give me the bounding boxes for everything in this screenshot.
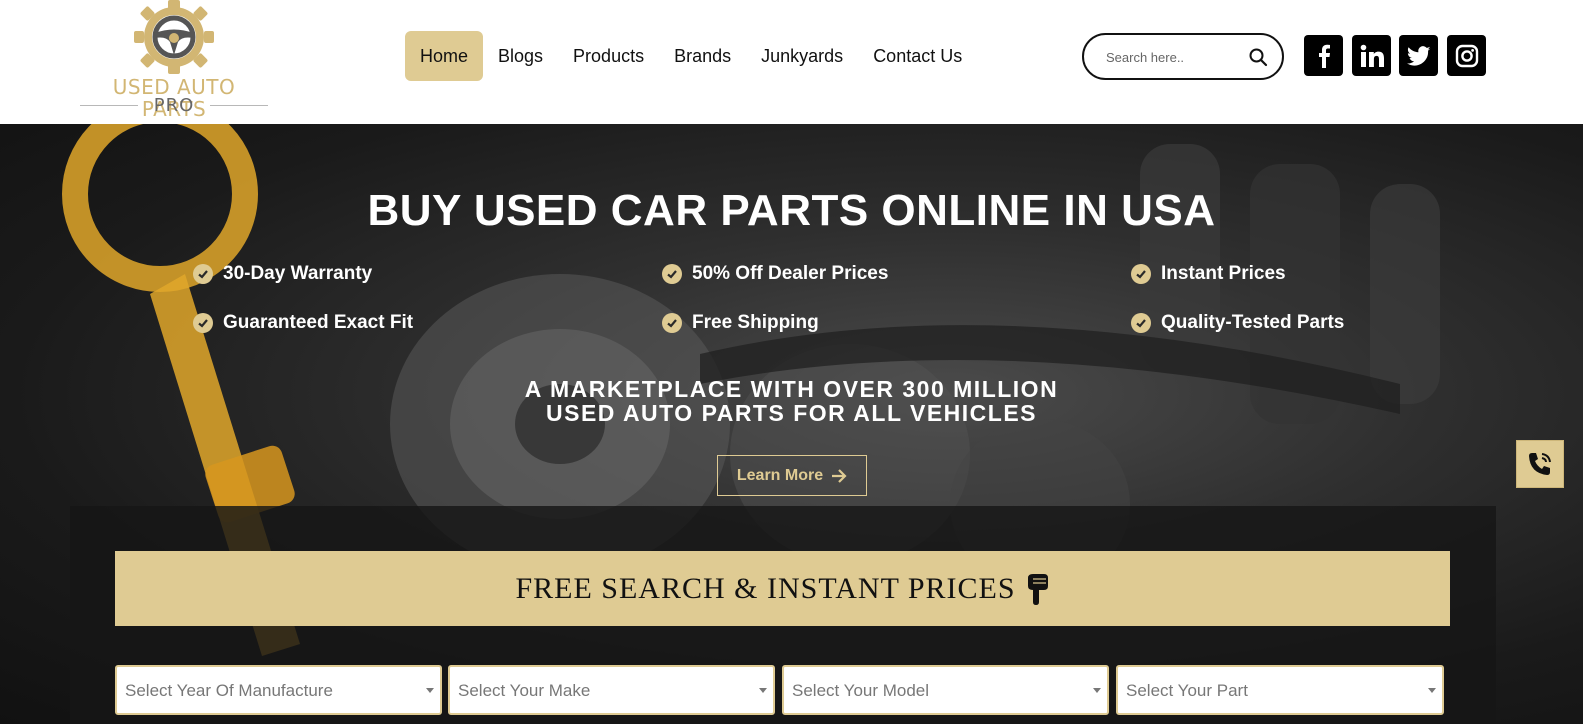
chevron-down-icon — [759, 688, 767, 693]
part-select-value: Select Your Part — [1126, 681, 1248, 700]
twitter-icon — [1406, 45, 1430, 66]
nav-contact-us[interactable]: Contact Us — [858, 31, 977, 81]
nav-junkyards[interactable]: Junkyards — [746, 31, 858, 81]
facebook-button[interactable] — [1304, 35, 1343, 76]
site-logo[interactable]: USED AUTO PARTS PRO — [78, 0, 270, 120]
make-select[interactable]: Select Your Make — [448, 665, 775, 715]
finder-banner: FREE SEARCH & INSTANT PRICES — [115, 551, 1450, 626]
twitter-button[interactable] — [1399, 35, 1438, 76]
phone-icon — [1529, 453, 1551, 475]
check-circle-icon — [193, 264, 213, 284]
feature-label: Guaranteed Exact Fit — [223, 312, 414, 333]
chevron-down-icon — [426, 688, 434, 693]
linkedin-button[interactable] — [1352, 35, 1391, 76]
feature-item: Free Shipping — [662, 310, 819, 336]
hero-title: BUY USED CAR PARTS ONLINE IN USA — [367, 186, 1216, 235]
check-circle-icon — [662, 264, 682, 284]
arrow-right-icon — [832, 468, 847, 483]
nav-home[interactable]: Home — [405, 31, 484, 81]
search-input[interactable] — [1106, 46, 1246, 68]
feature-item: 50% Off Dealer Prices — [662, 261, 888, 287]
check-circle-icon — [662, 313, 682, 333]
site-header: USED AUTO PARTS PRO Home Blogs Products … — [0, 0, 1583, 124]
pointing-down-hand-icon — [1027, 573, 1048, 605]
make-select-value: Select Your Make — [458, 681, 591, 700]
main-nav: Home Blogs Products Brands Junkyards Con… — [405, 31, 977, 81]
model-select-value: Select Your Model — [792, 681, 930, 700]
feature-item: Instant Prices — [1131, 261, 1286, 287]
instagram-button[interactable] — [1447, 35, 1486, 76]
hero-subtitle: A MARKETPLACE WITH OVER 300 MILLION USED… — [0, 377, 1583, 425]
feature-item: 30-Day Warranty — [193, 261, 372, 287]
check-circle-icon — [1131, 264, 1151, 284]
part-select[interactable]: Select Your Part — [1116, 665, 1444, 715]
linkedin-icon — [1360, 44, 1384, 67]
call-button[interactable] — [1516, 440, 1564, 488]
chevron-down-icon — [1093, 688, 1101, 693]
learn-more-label: Learn More — [736, 466, 824, 484]
search-box — [1082, 33, 1284, 80]
feature-item: Quality-Tested Parts — [1131, 310, 1344, 336]
feature-item: Guaranteed Exact Fit — [193, 310, 413, 336]
feature-label: Quality-Tested Parts — [1161, 312, 1345, 333]
feature-label: Instant Prices — [1161, 263, 1286, 284]
nav-blogs[interactable]: Blogs — [483, 31, 558, 81]
model-select[interactable]: Select Your Model — [782, 665, 1109, 715]
hero-subtitle-line: A MARKETPLACE WITH OVER 300 MILLION — [524, 376, 1059, 402]
gear-steering-wheel-logo-icon — [134, 0, 214, 74]
facebook-icon — [1318, 44, 1330, 68]
search-icon[interactable] — [1248, 47, 1268, 67]
year-select[interactable]: Select Year Of Manufacture — [115, 665, 442, 715]
nav-brands[interactable]: Brands — [659, 31, 746, 81]
chevron-down-icon — [1428, 688, 1436, 693]
instagram-icon — [1455, 44, 1478, 67]
feature-label: 30-Day Warranty — [223, 263, 373, 284]
check-circle-icon — [193, 313, 213, 333]
nav-products[interactable]: Products — [558, 31, 659, 81]
check-circle-icon — [1131, 313, 1151, 333]
finder-banner-title: FREE SEARCH & INSTANT PRICES — [515, 571, 1016, 605]
feature-label: Free Shipping — [692, 312, 819, 333]
hero-subtitle-line: USED AUTO PARTS FOR ALL VEHICLES — [546, 400, 1037, 426]
feature-label: 50% Off Dealer Prices — [692, 263, 889, 284]
logo-subtitle: PRO — [78, 95, 270, 116]
learn-more-button[interactable]: Learn More — [717, 455, 867, 496]
year-select-value: Select Year Of Manufacture — [125, 681, 333, 700]
